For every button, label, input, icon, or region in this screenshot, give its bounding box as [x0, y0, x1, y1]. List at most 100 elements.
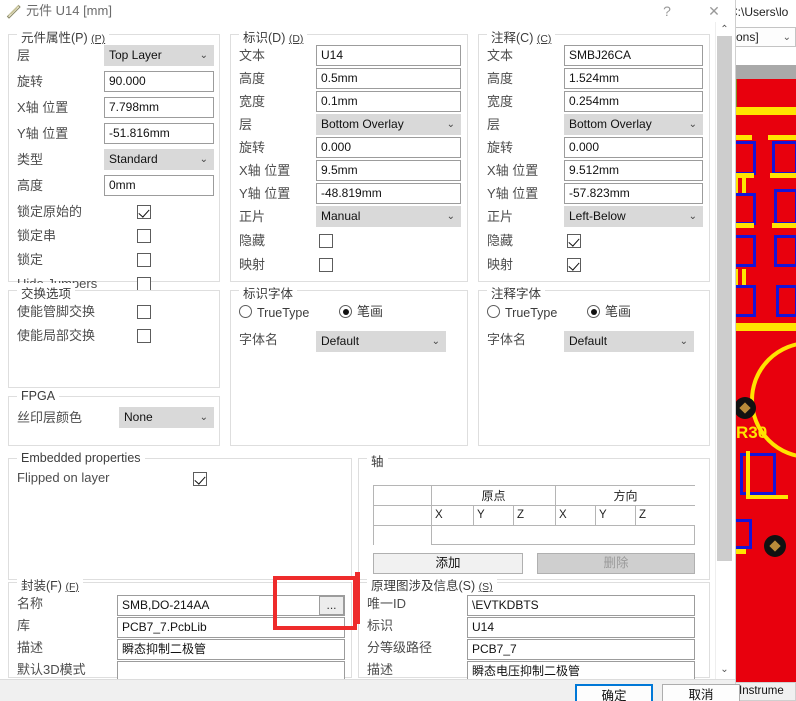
axis-subheader-direction-z: Z: [636, 506, 695, 526]
label-designator-fontname: 字体名: [239, 332, 279, 347]
dialog-title-bar[interactable]: 元件 U14 [mm] ? ✕: [0, 0, 735, 22]
checkbox-lock-primitives[interactable]: [137, 205, 151, 219]
close-button[interactable]: ✕: [697, 0, 731, 22]
field-silkscreen-color[interactable]: None ⌄: [119, 407, 214, 428]
field-silkscreen-color-value: None: [124, 410, 153, 424]
label-comment-hide: 隐藏: [487, 233, 514, 248]
checkbox-locked[interactable]: [137, 253, 151, 267]
label-comment-truetype: TrueType: [505, 306, 558, 320]
field-designator-autoposition-value: Manual: [321, 209, 361, 223]
field-type[interactable]: Standard ⌄: [104, 149, 214, 170]
label-height: 高度: [17, 178, 44, 193]
background-combo[interactable]: tions] ⌄: [726, 27, 796, 47]
field-layer-value: Top Layer: [109, 48, 162, 62]
field-y-position[interactable]: -51.816mm: [104, 123, 214, 144]
label-designator-y: Y轴 位置: [239, 186, 291, 201]
chevron-down-icon: ⌄: [199, 412, 208, 423]
axis-table[interactable]: 原点 方向 X Y Z X Y Z: [373, 485, 695, 545]
pcb-trace: [726, 323, 796, 331]
field-designator-autoposition[interactable]: Manual ⌄: [316, 206, 461, 227]
field-schematic-description[interactable]: 瞬态电压抑制二极管: [467, 661, 695, 679]
dialog-scrollbar[interactable]: ⌃ ⌄: [715, 22, 733, 679]
pcb-trace: [746, 495, 788, 499]
group-title-comment: 注释(C) (C): [487, 27, 556, 46]
help-button[interactable]: ?: [650, 0, 684, 22]
field-designator-fontname[interactable]: Default ⌄: [316, 331, 446, 352]
field-x-position[interactable]: 7.798mm: [104, 97, 214, 118]
pcb-trace: [742, 177, 746, 193]
chevron-down-icon: ⌄: [199, 50, 208, 61]
checkbox-lock-strings[interactable]: [137, 229, 151, 243]
label-footprint-name: 名称: [17, 596, 44, 611]
checkbox-comment-hide[interactable]: [567, 234, 581, 248]
accel-hint: (D): [288, 33, 304, 45]
label-comment-y: Y轴 位置: [487, 186, 539, 201]
field-designator-text[interactable]: U14: [316, 45, 461, 66]
field-comment-layer[interactable]: Bottom Overlay ⌄: [564, 114, 703, 135]
group-title-embedded-properties: Embedded properties: [17, 451, 145, 465]
label-hierarchical-path: 分等级路径: [367, 640, 433, 655]
checkbox-flipped-on-layer[interactable]: [193, 472, 207, 486]
screen: C:\Users\lo tions] ⌄ R30 Instrume 元件 U14…: [0, 0, 796, 701]
field-designator-x[interactable]: 9.5mm: [316, 160, 461, 181]
checkbox-hide-jumpers[interactable]: [137, 277, 151, 291]
field-designator-rotation[interactable]: 0.000: [316, 137, 461, 158]
axis-header-blank: [374, 486, 432, 506]
radio-designator-stroke[interactable]: [339, 305, 352, 318]
status-bar-button[interactable]: Instrume: [735, 682, 796, 701]
field-unique-id[interactable]: \EVTKDBTS: [467, 595, 695, 616]
label-designator-x: X轴 位置: [239, 163, 291, 178]
field-comment-rotation[interactable]: 0.000: [564, 137, 703, 158]
label-comment-text: 文本: [487, 48, 514, 63]
accel-hint: (S): [478, 581, 493, 593]
field-designator-y[interactable]: -48.819mm: [316, 183, 461, 204]
field-height[interactable]: 0mm: [104, 175, 214, 196]
field-designator-width[interactable]: 0.1mm: [316, 91, 461, 112]
label-comment-rotation: 旋转: [487, 140, 514, 155]
chevron-down-icon: ⌄: [431, 336, 440, 347]
pcb-trace: [768, 135, 796, 140]
background-ruler: [726, 65, 796, 79]
label-designator-truetype: TrueType: [257, 306, 310, 320]
radio-comment-truetype[interactable]: [487, 305, 500, 318]
pcb-pad: [772, 141, 796, 175]
checkbox-comment-mirror[interactable]: [567, 258, 581, 272]
label-rotation: 旋转: [17, 74, 44, 89]
ok-button[interactable]: 确定: [575, 684, 653, 701]
field-comment-autoposition[interactable]: Left-Below ⌄: [564, 206, 703, 227]
cancel-button[interactable]: 取消: [662, 684, 740, 701]
field-comment-height[interactable]: 1.524mm: [564, 68, 703, 89]
field-comment-text[interactable]: SMBJ26CA: [564, 45, 703, 66]
field-comment-y[interactable]: -57.823mm: [564, 183, 703, 204]
radio-designator-truetype[interactable]: [239, 305, 252, 318]
field-comment-width[interactable]: 0.254mm: [564, 91, 703, 112]
checkbox-enable-pin-swap[interactable]: [137, 305, 151, 319]
label-comment-fontname: 字体名: [487, 332, 527, 347]
checkbox-enable-part-swap[interactable]: [137, 329, 151, 343]
field-comment-x[interactable]: 9.512mm: [564, 160, 703, 181]
scrollbar-thumb[interactable]: [717, 36, 732, 561]
checkbox-designator-hide[interactable]: [319, 234, 333, 248]
field-comment-fontname[interactable]: Default ⌄: [564, 331, 694, 352]
field-designator-layer[interactable]: Bottom Overlay ⌄: [316, 114, 461, 135]
dialog-title: 元件 U14 [mm]: [26, 3, 112, 18]
field-hierarchical-path[interactable]: PCB7_7: [467, 639, 695, 660]
field-schematic-designator[interactable]: U14: [467, 617, 695, 638]
pcb-canvas[interactable]: R30: [726, 79, 796, 682]
pcb-designator-label: R30: [736, 423, 768, 442]
field-footprint-3d-mode[interactable]: [117, 661, 345, 679]
field-rotation[interactable]: 90.000: [104, 71, 214, 92]
chevron-down-icon: ⌄: [688, 119, 697, 130]
field-designator-height[interactable]: 0.5mm: [316, 68, 461, 89]
axis-add-button[interactable]: 添加: [373, 553, 523, 574]
background-spacer: [726, 49, 796, 65]
radio-comment-stroke[interactable]: [587, 305, 600, 318]
scroll-down-icon[interactable]: ⌄: [716, 662, 733, 679]
label-designator-stroke: 笔画: [357, 304, 384, 319]
field-comment-autoposition-value: Left-Below: [569, 209, 626, 223]
checkbox-designator-mirror[interactable]: [319, 258, 333, 272]
label-y-position: Y轴 位置: [17, 126, 69, 141]
field-footprint-description[interactable]: 瞬态抑制二极管: [117, 639, 345, 660]
field-layer[interactable]: Top Layer ⌄: [104, 45, 214, 66]
axis-subheader-origin-x: X: [432, 506, 474, 526]
